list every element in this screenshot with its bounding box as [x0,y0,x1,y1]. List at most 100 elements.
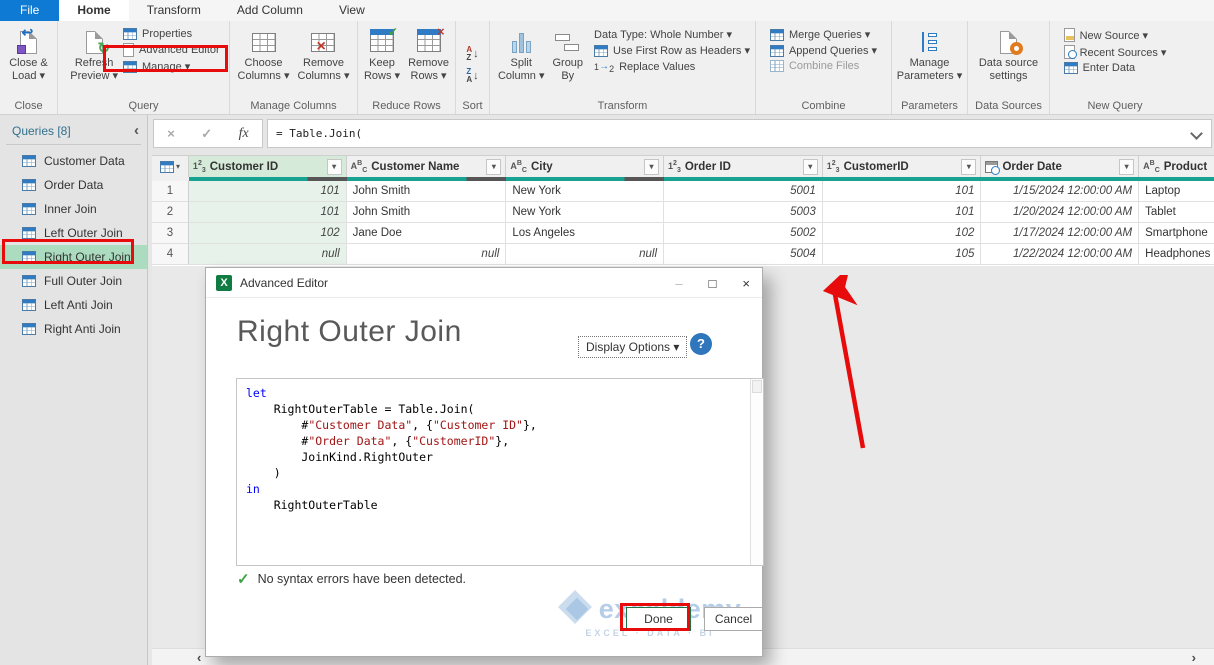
filter-button[interactable]: ▾ [326,158,342,175]
close-and-load-button[interactable]: ↩ Close & Load ▾ [6,24,51,84]
cell[interactable]: 101 [188,202,347,223]
cell[interactable]: null [506,244,665,265]
cell[interactable]: 5003 [664,202,823,223]
scroll-right-icon[interactable]: › [1192,650,1196,665]
cell[interactable]: 101 [188,181,347,202]
cell[interactable]: 101 [822,202,982,223]
append-queries-button[interactable]: Append Queries ▾ [769,44,877,57]
cell[interactable]: 1/15/2024 12:00:00 AM [981,181,1140,202]
commit-formula-icon[interactable]: ✓ [201,126,212,142]
dialog-title-bar[interactable]: X Advanced Editor – □ × [206,268,762,298]
query-item-order-data[interactable]: Order Data [0,173,147,197]
column-header-product[interactable]: ABC Product [1139,155,1214,177]
advanced-editor-button[interactable]: Advanced Editor [122,43,220,57]
collapse-pane-icon[interactable]: ‹ [134,122,139,139]
cell[interactable]: 1/17/2024 12:00:00 AM [981,223,1140,244]
row-number[interactable]: 3 [152,223,189,244]
query-item-left-outer-join[interactable]: Left Outer Join [0,221,147,245]
cell[interactable]: Tablet [1139,202,1214,223]
cell[interactable]: 101 [822,181,982,202]
cell[interactable]: 1/20/2024 12:00:00 AM [981,202,1140,223]
column-header-city[interactable]: ABC City ▾ [506,155,665,177]
manage-button[interactable]: Manage ▾ [122,60,220,73]
row-number[interactable]: 4 [152,244,189,265]
recent-sources-button[interactable]: Recent Sources ▾ [1063,45,1166,59]
m-code-editor[interactable]: let RightOuterTable = Table.Join( #"Cust… [236,378,764,566]
group-by-button[interactable]: Group By [549,24,586,84]
cell[interactable]: Smartphone [1139,223,1214,244]
choose-columns-button[interactable]: Choose Columns ▾ [235,24,293,84]
filter-button[interactable]: ▾ [486,158,502,175]
keep-rows-button[interactable]: ✓ Keep Rows ▾ [361,24,403,84]
new-source-button[interactable]: New Source ▾ [1063,28,1167,42]
merge-queries-button[interactable]: Merge Queries ▾ [769,28,877,41]
tab-transform[interactable]: Transform [129,0,219,21]
minimize-icon[interactable]: – [675,276,682,291]
tab-view[interactable]: View [321,0,383,21]
manage-parameters-button[interactable]: Manage Parameters ▾ [894,24,965,84]
help-icon[interactable]: ? [690,333,712,355]
query-item-right-anti-join[interactable]: Right Anti Join [0,317,147,341]
column-header-customer-name[interactable]: ABC Customer Name ▾ [346,155,507,177]
data-source-settings-button[interactable]: Data source settings [976,24,1041,84]
row-number[interactable]: 2 [152,202,189,223]
maximize-icon[interactable]: □ [709,276,717,291]
cell[interactable]: 5001 [664,181,823,202]
refresh-preview-button[interactable]: ↻ Refresh Preview ▾ [67,24,121,84]
sort-ascending-button[interactable]: AZ ↓ [466,45,478,62]
column-header-customerid[interactable]: 123 CustomerID ▾ [822,155,982,177]
cell[interactable]: New York [506,181,665,202]
cell[interactable]: Laptop [1139,181,1214,202]
query-item-right-outer-join[interactable]: Right Outer Join [0,245,147,269]
filter-button[interactable]: ▾ [961,158,977,175]
cell[interactable]: 5002 [664,223,823,244]
cell[interactable]: John Smith [346,202,507,223]
tab-home[interactable]: Home [59,0,129,21]
query-item-full-outer-join[interactable]: Full Outer Join [0,269,147,293]
filter-button[interactable]: ▾ [1119,158,1135,175]
close-icon[interactable]: × [742,276,750,291]
replace-values-button[interactable]: 1 → 2 Replace Values [594,60,750,74]
cell[interactable]: 102 [188,223,347,244]
cell[interactable]: John Smith [346,181,507,202]
cancel-button[interactable]: Cancel [704,607,763,631]
cell[interactable]: null [346,244,507,265]
cell[interactable]: null [188,244,347,265]
split-column-button[interactable]: Split Column ▾ [495,24,547,84]
cell[interactable]: Jane Doe [346,223,507,244]
query-item-left-anti-join[interactable]: Left Anti Join [0,293,147,317]
scroll-left-icon[interactable]: ‹ [197,650,201,665]
expand-formula-bar-icon[interactable] [1190,127,1203,140]
display-options-dropdown[interactable]: Display Options ▾ [578,336,688,358]
remove-columns-button[interactable]: × Remove Columns ▾ [295,24,353,84]
column-header-customer-id[interactable]: 123 Customer ID ▾ [188,155,347,177]
select-all-corner[interactable]: ▾ [152,155,189,177]
cell[interactable]: 1/22/2024 12:00:00 AM [981,244,1140,265]
cell[interactable]: 102 [822,223,982,244]
remove-rows-button[interactable]: × Remove Rows ▾ [405,24,452,84]
data-type-button[interactable]: Data Type: Whole Number ▾ [594,28,750,41]
done-button[interactable]: Done [626,607,691,631]
cell[interactable]: 105 [822,244,982,265]
properties-button[interactable]: Properties [122,28,220,40]
cancel-formula-icon[interactable]: × [167,126,175,141]
query-item-customer-data[interactable]: Customer Data [0,149,147,173]
cell[interactable]: New York [506,202,665,223]
query-item-inner-join[interactable]: Inner Join [0,197,147,221]
tab-add-column[interactable]: Add Column [219,0,321,21]
table-row: 4 null null null 5004 105 1/22/2024 12:0… [152,244,1214,265]
sort-descending-button[interactable]: ZA ↓ [466,67,478,84]
filter-button[interactable]: ▾ [644,158,660,175]
column-header-order-id[interactable]: 123 Order ID ▾ [664,155,823,177]
cell[interactable]: Headphones [1139,244,1214,265]
row-number[interactable]: 1 [152,181,189,202]
enter-data-button[interactable]: Enter Data [1063,62,1167,74]
use-first-row-as-headers-button[interactable]: Use First Row as Headers ▾ [594,44,750,57]
tab-file[interactable]: File [0,0,60,21]
code-vertical-scrollbar[interactable] [750,379,763,565]
filter-button[interactable]: ▾ [802,158,818,175]
cell[interactable]: 5004 [664,244,823,265]
cell[interactable]: Los Angeles [506,223,665,244]
formula-input[interactable]: = Table.Join( [267,119,1212,148]
column-header-order-date[interactable]: Order Date ▾ [981,155,1140,177]
